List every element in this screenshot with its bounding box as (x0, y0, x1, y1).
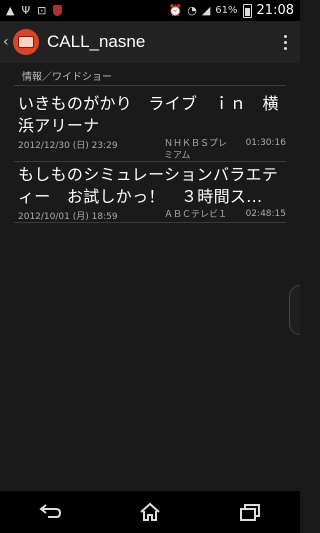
alarm-icon: ⏰ (168, 4, 183, 17)
section-header: 情報／ワイドショー (22, 72, 112, 83)
home-icon[interactable] (130, 497, 170, 527)
item-duration: 01:30:16 (245, 138, 286, 148)
item-divider (14, 222, 286, 223)
item-duration: 02:48:15 (245, 209, 286, 219)
clock: 21:08 (256, 3, 294, 18)
shield-icon (53, 5, 63, 16)
battery-percent: 61% (215, 5, 238, 16)
wifi-icon: ◔ (187, 4, 197, 17)
item-channel: ＡＢＣテレビ１ (164, 210, 228, 220)
item-title: いきものがかり ライブ ｉｎ 横浜アリーナ (18, 94, 279, 135)
back-icon[interactable] (30, 497, 70, 527)
section-divider (14, 85, 286, 86)
navigation-bar (0, 491, 300, 533)
app-logo-icon[interactable] (13, 29, 39, 55)
notification-icon: ▲ (6, 4, 15, 17)
usb-icon: Ψ (21, 4, 31, 17)
recent-apps-icon[interactable] (230, 497, 270, 527)
battery-icon (242, 3, 252, 18)
status-bar: ▲ Ψ ⊡ ⏰ ◔ ◢ 61% 21:08 (0, 0, 300, 21)
recording-list: 情報／ワイドショー いきものがかり ライブ ｉｎ 横浜アリーナ 2012/12/… (0, 63, 300, 491)
item-date: 2012/12/30 (日) 23:29 (18, 141, 118, 151)
item-divider (14, 161, 286, 162)
edge-handle[interactable] (289, 285, 300, 335)
signal-icon: ◢ (201, 4, 211, 17)
list-item[interactable]: いきものがかり ライブ ｉｎ 横浜アリーナ 2012/12/30 (日) 23:… (14, 93, 286, 162)
item-channel: ＮＨＫＢＳプレミアム (164, 139, 228, 161)
download-icon: ⊡ (37, 4, 47, 17)
overflow-menu-icon[interactable] (282, 34, 288, 50)
chevron-left-icon[interactable]: ‹ (3, 34, 11, 50)
list-item[interactable]: もしものシミュレーションバラエティー お試しかっ！ ３時間ス... 2012/1… (14, 164, 286, 223)
app-title: CALL_nasne (47, 32, 146, 51)
item-date: 2012/10/01 (月) 18:59 (18, 212, 118, 222)
action-bar: ‹ CALL_nasne (0, 21, 300, 64)
item-title: もしものシミュレーションバラエティー お試しかっ！ ３時間ス... (18, 165, 279, 206)
